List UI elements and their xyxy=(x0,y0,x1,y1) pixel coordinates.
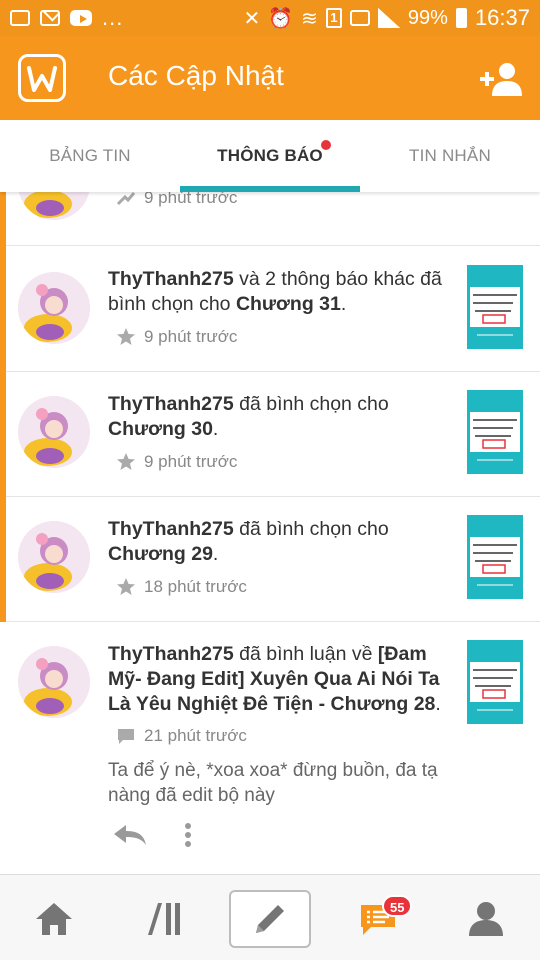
app-bar: Các Cập Nhật xyxy=(0,36,540,120)
notification-text: ThyThanh275 đã bình chọn cho Chương 30. xyxy=(108,393,389,440)
clock: 16:37 xyxy=(474,5,530,30)
notification-item[interactable]: 9 phút trước xyxy=(0,192,540,246)
reply-icon[interactable] xyxy=(112,823,148,847)
notification-meta: 9 phút trước xyxy=(116,192,237,208)
wattpad-logo-icon[interactable] xyxy=(18,54,66,102)
notification-item[interactable]: ThyThanh275 và 2 thông báo khác đã bình … xyxy=(0,247,540,372)
active-tab-indicator xyxy=(180,186,360,192)
target-link[interactable]: Chương 29 xyxy=(108,543,213,565)
notification-item[interactable]: ThyThanh275 đã bình luận về [Đam Mỹ- Đan… xyxy=(0,622,540,874)
youtube-icon xyxy=(70,10,92,26)
gallery-icon xyxy=(10,10,30,26)
notification-text: ThyThanh275 đã bình luận về [Đam Mỹ- Đan… xyxy=(108,643,441,715)
battery-icon xyxy=(455,8,467,28)
notification-count-badge: 55 xyxy=(382,895,413,917)
signal-icon xyxy=(377,8,400,28)
mute-icon: ✕ xyxy=(243,7,261,30)
story-cover-thumbnail[interactable] xyxy=(467,640,523,724)
comment-actions xyxy=(112,822,192,848)
avatar[interactable] xyxy=(18,396,90,468)
library-icon xyxy=(148,903,180,935)
avatar[interactable] xyxy=(18,192,90,220)
profile-icon xyxy=(469,902,503,936)
notification-meta: 18 phút trước xyxy=(116,577,247,597)
bottom-navigation: 55 xyxy=(0,874,540,960)
story-cover-thumbnail[interactable] xyxy=(467,515,523,599)
username[interactable]: ThyThanh275 xyxy=(108,643,234,665)
star-icon xyxy=(117,578,135,595)
nav-write-button[interactable] xyxy=(229,890,311,948)
nav-home-button[interactable] xyxy=(24,889,84,949)
notification-list[interactable]: 9 phút trước ThyThanh275 và 2 thông báo … xyxy=(0,192,540,874)
sim-icon: 1 xyxy=(325,8,342,28)
target-link[interactable]: Chương 30 xyxy=(108,418,213,440)
timestamp: 9 phút trước xyxy=(144,452,238,471)
avatar[interactable] xyxy=(18,521,90,593)
more-options-icon[interactable] xyxy=(184,822,192,848)
story-cover-thumbnail[interactable] xyxy=(467,390,523,474)
vote-icon xyxy=(116,192,136,206)
timestamp: 9 phút trước xyxy=(144,327,238,346)
notification-item[interactable]: ThyThanh275 đã bình chọn cho Chương 30. … xyxy=(0,372,540,497)
notification-text: ThyThanh275 đã bình chọn cho Chương 29. xyxy=(108,518,389,565)
notification-meta: 9 phút trước xyxy=(116,452,237,472)
data-icon xyxy=(349,10,370,26)
username[interactable]: ThyThanh275 xyxy=(108,268,234,290)
alarm-icon: ⏰ xyxy=(268,7,294,30)
avatar[interactable] xyxy=(18,272,90,344)
page-title: Các Cập Nhật xyxy=(108,60,284,91)
status-bar: ... ✕ ⏰ ≋ 1 99% 16:37 xyxy=(0,0,540,36)
unread-dot xyxy=(321,140,331,150)
timestamp: 9 phút trước xyxy=(144,192,238,207)
wifi-icon: ≋ xyxy=(301,7,318,30)
comment-icon xyxy=(118,729,134,744)
star-icon xyxy=(117,328,135,345)
battery-percent: 99% xyxy=(407,6,448,29)
tab-bar: BẢNG TIN THÔNG BÁO TIN NHẮN xyxy=(0,120,540,192)
more-notifications: ... xyxy=(102,5,124,30)
tab-notifications-label: THÔNG BÁO xyxy=(217,146,323,165)
tab-news-feed[interactable]: BẢNG TIN xyxy=(0,120,180,192)
unread-marker xyxy=(0,192,6,622)
tab-messages[interactable]: TIN NHẮN xyxy=(360,120,540,192)
star-icon xyxy=(117,453,135,470)
story-cover-thumbnail[interactable] xyxy=(467,265,523,349)
username[interactable]: ThyThanh275 xyxy=(108,518,234,540)
notification-meta: 9 phút trước xyxy=(116,327,237,347)
tab-notifications[interactable]: THÔNG BÁO xyxy=(180,120,360,192)
nav-library-button[interactable] xyxy=(134,889,194,949)
home-icon xyxy=(36,903,72,935)
nav-profile-button[interactable] xyxy=(456,889,516,949)
target-link[interactable]: Chương 31 xyxy=(236,293,341,315)
timestamp: 21 phút trước xyxy=(144,726,247,745)
mail-icon xyxy=(40,10,60,26)
pencil-icon xyxy=(256,905,284,933)
timestamp: 18 phút trước xyxy=(144,577,247,596)
comment-preview: Ta để ý nè, *xoa xoa* đừng buồn, đa tạ n… xyxy=(108,760,438,806)
app-root: ... ✕ ⏰ ≋ 1 99% 16:37 Các Cập Nhật BẢNG … xyxy=(0,0,540,960)
avatar[interactable] xyxy=(18,646,90,718)
notification-text: ThyThanh275 và 2 thông báo khác đã bình … xyxy=(108,268,442,315)
username[interactable]: ThyThanh275 xyxy=(108,393,234,415)
notification-item[interactable]: ThyThanh275 đã bình chọn cho Chương 29. … xyxy=(0,497,540,622)
notification-meta: 21 phút trước xyxy=(116,726,247,746)
add-friend-icon[interactable] xyxy=(478,60,524,98)
